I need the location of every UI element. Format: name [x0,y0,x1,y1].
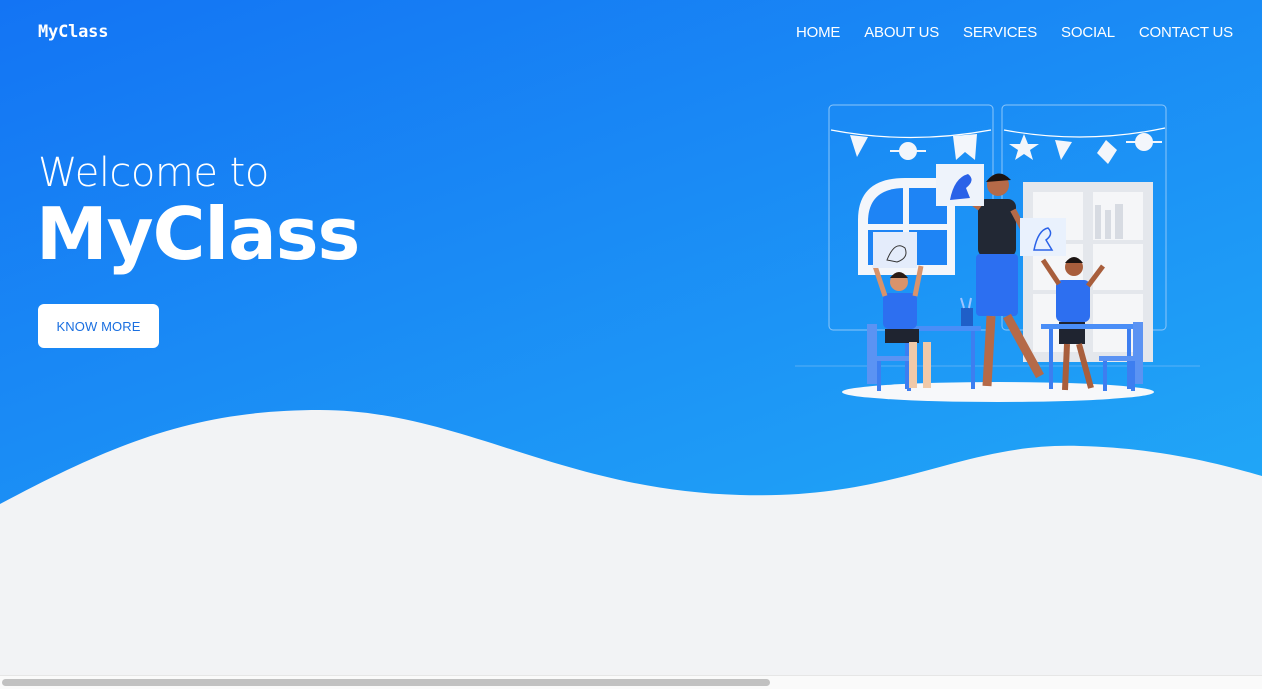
horizontal-scrollbar[interactable] [0,675,1262,689]
brand-logo[interactable]: MyClass [38,22,108,42]
nav-menu: HOME ABOUT US SERVICES SOCIAL CONTACT US [772,24,1233,41]
nav-item-home[interactable]: HOME [796,24,840,41]
page: MyClass HOME ABOUT US SERVICES SOCIAL CO… [0,0,1262,689]
hero-title: MyClass [36,192,360,276]
navbar: MyClass HOME ABOUT US SERVICES SOCIAL CO… [0,0,1262,66]
wave-divider [0,410,1262,680]
nav-item-services[interactable]: SERVICES [963,24,1037,41]
nav-item-social[interactable]: SOCIAL [1061,24,1115,41]
know-more-button[interactable]: KNOW MORE [38,304,159,348]
scrollbar-thumb[interactable] [2,679,770,686]
classroom-illustration-icon [795,104,1200,402]
nav-item-contact-us[interactable]: CONTACT US [1139,24,1233,41]
nav-item-about-us[interactable]: ABOUT US [864,24,939,41]
hero-welcome-text: Welcome to [38,150,269,196]
